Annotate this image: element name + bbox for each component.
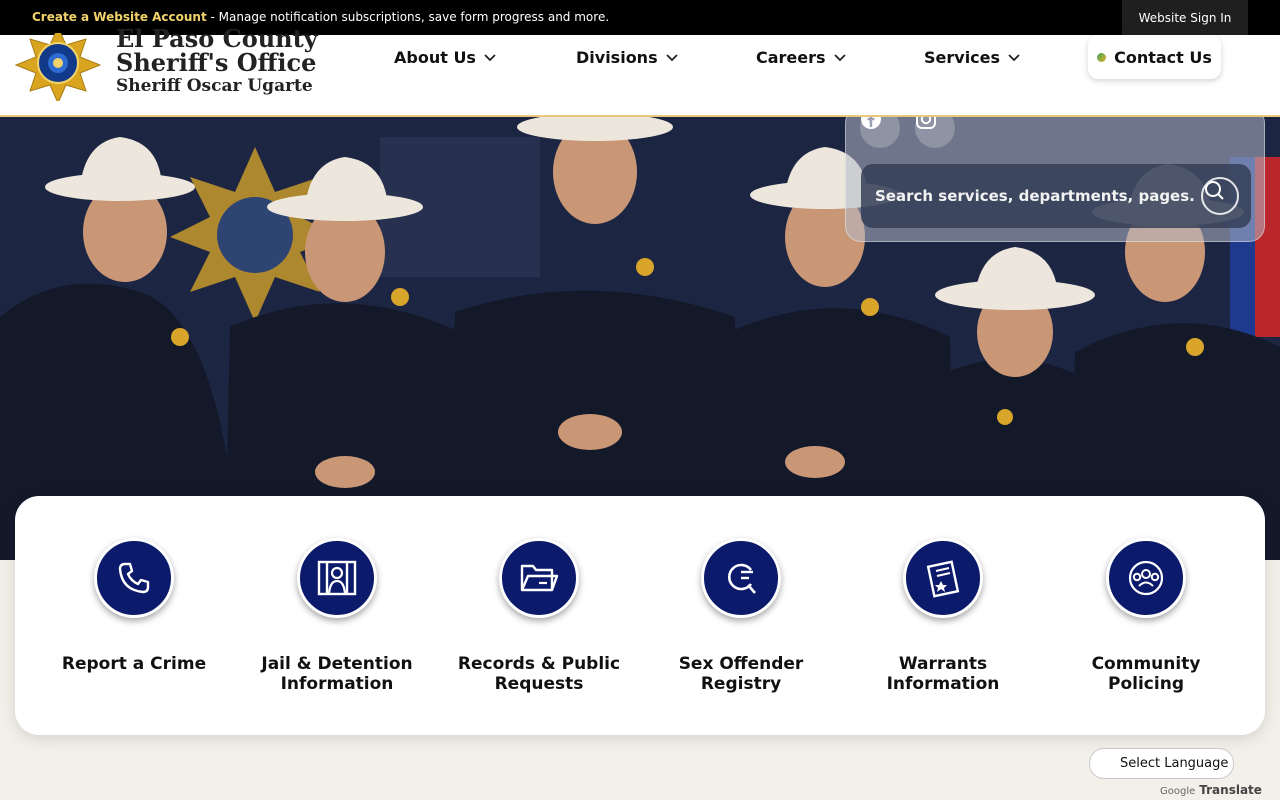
facebook-icon[interactable] [860, 117, 900, 148]
quick-link-label: Report a Crime [34, 654, 234, 674]
quick-link-line2: Requests [494, 674, 584, 694]
search-box [861, 164, 1251, 228]
logo-line-office: Sheriff's Office [116, 48, 317, 77]
search-registry-icon [701, 538, 781, 618]
search-panel [845, 117, 1265, 242]
quick-link-label: Records & Public Requests [439, 654, 639, 694]
nav-services[interactable]: Services [924, 45, 1020, 69]
chevron-down-icon [1008, 54, 1020, 62]
quick-link-warrants[interactable]: Warrants Information [843, 538, 1043, 694]
quick-link-line1: Records & Public [457, 654, 621, 674]
nav-about-us[interactable]: About Us [394, 45, 496, 69]
quick-links-card: Report a Crime Jail & Detention Informat… [15, 496, 1265, 735]
search-input[interactable] [875, 184, 1195, 208]
logo-line-sheriff: Sheriff Oscar Ugarte [116, 76, 313, 96]
quick-link-community-policing[interactable]: Community Policing [1046, 538, 1246, 694]
quick-link-line1: Sex Offender [678, 654, 804, 674]
translate-label: Translate [1199, 783, 1262, 797]
contact-us-label: Contact Us [1114, 47, 1212, 67]
chevron-down-icon [665, 54, 678, 62]
nav-divisions[interactable]: Divisions [576, 45, 678, 69]
quick-link-records-requests[interactable]: Records & Public Requests [439, 538, 639, 694]
chevron-down-icon [833, 54, 846, 62]
jail-icon [297, 538, 377, 618]
nav-services-label: Services [924, 47, 1001, 67]
quick-link-line1: Community [1091, 654, 1201, 674]
quick-link-line1: Report a Crime [61, 654, 207, 674]
search-icon [1205, 181, 1224, 200]
website-sign-in-button[interactable]: Website Sign In [1122, 0, 1248, 35]
quick-link-jail-detention[interactable]: Jail & Detention Information [237, 538, 437, 694]
nav-divisions-label: Divisions [576, 47, 658, 67]
sheriff-badge-logo[interactable] [14, 33, 102, 101]
quick-link-line2: Policing [1108, 674, 1184, 694]
folder-icon [499, 538, 579, 618]
quick-link-report-crime[interactable]: Report a Crime [34, 538, 234, 674]
document-icon [903, 538, 983, 618]
nav-about-us-label: About Us [394, 47, 476, 67]
create-account-link[interactable]: Create a Website Account [32, 10, 207, 24]
notification-message: Create a Website Account - Manage notifi… [32, 10, 609, 25]
search-button[interactable] [1201, 177, 1239, 215]
google-translate-credit: Google Translate [1160, 783, 1262, 797]
site-title[interactable]: El Paso County Sheriff's Office Sheriff … [116, 27, 318, 97]
quick-link-line2: Registry [700, 674, 782, 694]
contact-dot-icon [1097, 52, 1107, 62]
nav-careers-label: Careers [756, 47, 826, 67]
quick-link-label: Jail & Detention Information [237, 654, 437, 694]
contact-us-button[interactable]: Contact Us [1088, 35, 1221, 79]
quick-link-line2: Information [280, 674, 394, 694]
quick-link-line1: Warrants [898, 654, 988, 674]
quick-link-line1: Jail & Detention [261, 654, 413, 674]
notification-text: - Manage notification subscriptions, sav… [206, 10, 610, 24]
nav-careers[interactable]: Careers [756, 45, 846, 69]
quick-link-line2: Information [886, 674, 1000, 694]
google-label: Google [1160, 786, 1196, 797]
quick-link-label: Sex Offender Registry [641, 654, 841, 694]
quick-link-sex-offender-registry[interactable]: Sex Offender Registry [641, 538, 841, 694]
phone-icon [94, 538, 174, 618]
hero-banner [0, 117, 1280, 560]
select-language-dropdown[interactable]: Select Language [1089, 748, 1234, 779]
instagram-icon[interactable] [915, 117, 955, 148]
chevron-down-icon [484, 54, 496, 62]
community-icon [1106, 538, 1186, 618]
quick-link-label: Warrants Information [843, 654, 1043, 694]
quick-link-label: Community Policing [1046, 654, 1246, 694]
site-header: El Paso County Sheriff's Office Sheriff … [0, 27, 1280, 117]
